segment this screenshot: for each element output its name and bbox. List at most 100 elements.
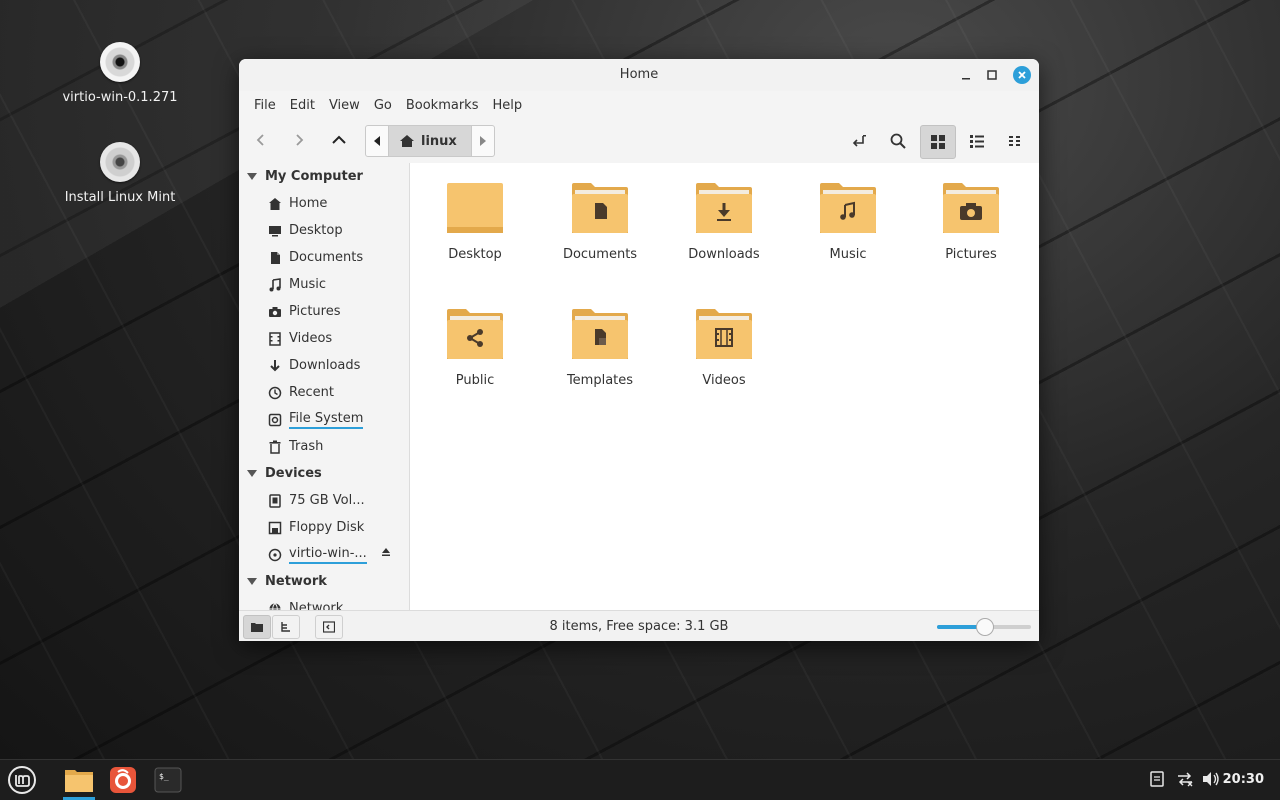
toggle-location-button[interactable]	[842, 125, 876, 157]
optical-disc-icon	[100, 42, 140, 82]
file-item-desktop[interactable]: Desktop	[420, 181, 530, 262]
sidebar-item-label: Downloads	[289, 358, 361, 373]
sidebar-section-devices[interactable]: Devices	[239, 460, 409, 487]
file-item-documents[interactable]: Documents	[545, 181, 655, 262]
menu-file[interactable]: File	[247, 98, 283, 113]
optical-disc-icon	[100, 142, 140, 182]
sidebar-item-trash[interactable]: Trash	[239, 433, 409, 460]
folder-pictures-icon	[943, 183, 999, 233]
sidebar-item-volume[interactable]: 75 GB Vol...	[239, 487, 409, 514]
file-item-public[interactable]: Public	[420, 307, 530, 388]
taskbar-firefox-app[interactable]	[105, 762, 141, 798]
maximize-icon	[987, 70, 997, 80]
zoom-slider-handle[interactable]	[976, 618, 994, 636]
sidebar-item-downloads[interactable]: Downloads	[239, 352, 409, 379]
sidebar-item-videos[interactable]: Videos	[239, 325, 409, 352]
file-manager-window: Home File Edit View Go Bookmarks Help li…	[239, 59, 1039, 641]
maximize-button[interactable]	[983, 66, 1001, 84]
taskbar: $_ 20:30	[0, 759, 1280, 800]
breadcrumb-current[interactable]: linux	[388, 126, 472, 156]
icon-view-button[interactable]	[920, 125, 956, 159]
search-button[interactable]	[881, 125, 915, 157]
triangle-right-icon	[479, 136, 486, 146]
sidebar-item-file-system[interactable]: File System	[239, 406, 409, 433]
close-button[interactable]	[1013, 66, 1031, 84]
forward-button[interactable]	[283, 125, 315, 155]
file-item-videos[interactable]: Videos	[669, 307, 779, 388]
menu-help[interactable]: Help	[485, 98, 529, 113]
sidebar-item-virtio-disc[interactable]: virtio-win-...	[239, 541, 409, 568]
desktop-icon	[267, 223, 283, 239]
camera-icon	[267, 304, 283, 320]
terminal-icon: $_	[154, 767, 182, 793]
up-button[interactable]	[323, 125, 355, 155]
sidebar-item-label: Videos	[289, 331, 333, 346]
desktop-icon-virtio[interactable]: virtio-win-0.1.271	[45, 42, 195, 105]
sidebar-item-home[interactable]: Home	[239, 190, 409, 217]
file-item-label: Public	[455, 373, 495, 388]
file-view[interactable]: Desktop Documents Downloads Music Pictur…	[410, 163, 1039, 611]
file-item-pictures[interactable]: Pictures	[916, 181, 1026, 262]
toolbar: linux	[239, 119, 1039, 163]
floppy-icon	[267, 520, 283, 536]
menu-go[interactable]: Go	[367, 98, 399, 113]
sidebar-item-music[interactable]: Music	[239, 271, 409, 298]
folder-desktop-icon	[447, 183, 503, 233]
download-icon	[267, 358, 283, 374]
breadcrumb-left-button[interactable]	[366, 126, 388, 156]
folder-music-icon	[820, 183, 876, 233]
sidebar-item-recent[interactable]: Recent	[239, 379, 409, 406]
file-item-templates[interactable]: Templates	[545, 307, 655, 388]
start-menu-button[interactable]	[4, 762, 40, 798]
menu-edit[interactable]: Edit	[283, 98, 322, 113]
sidebar-item-label: Home	[289, 196, 328, 211]
file-item-downloads[interactable]: Downloads	[669, 181, 779, 262]
file-item-music[interactable]: Music	[793, 181, 903, 262]
breadcrumb-right-button[interactable]	[472, 126, 494, 156]
desktop-icon-install-linux-mint[interactable]: Install Linux Mint	[45, 142, 195, 205]
expander-down-icon	[247, 470, 257, 477]
minimize-button[interactable]	[957, 66, 975, 84]
list-icon	[970, 135, 984, 148]
triangle-left-icon	[374, 136, 380, 146]
compact-view-button[interactable]	[998, 125, 1032, 157]
file-item-label: Templates	[566, 373, 634, 388]
home-icon	[400, 135, 414, 147]
title-bar[interactable]: Home	[239, 59, 1039, 91]
eject-icon[interactable]	[381, 547, 391, 560]
folder-documents-icon	[572, 183, 628, 233]
folder-public-icon	[447, 309, 503, 359]
section-title: Network	[265, 574, 327, 589]
file-item-label: Desktop	[448, 247, 502, 262]
status-text: 8 items, Free space: 3.1 GB	[549, 619, 729, 634]
menu-view[interactable]: View	[322, 98, 367, 113]
taskbar-terminal-app[interactable]: $_	[150, 762, 186, 798]
optical-disc-icon	[267, 547, 283, 563]
sidebar-item-desktop[interactable]: Desktop	[239, 217, 409, 244]
file-item-label: Pictures	[945, 247, 997, 262]
network-disconnected-icon[interactable]	[1176, 771, 1194, 791]
sidebar-item-label: Pictures	[289, 304, 341, 319]
sidebar-item-pictures[interactable]: Pictures	[239, 298, 409, 325]
volume-icon[interactable]	[1202, 771, 1220, 791]
linux-mint-logo-icon	[8, 766, 36, 794]
notes-icon[interactable]	[1150, 771, 1164, 791]
sidebar-item-floppy[interactable]: Floppy Disk	[239, 514, 409, 541]
taskbar-files-app[interactable]	[61, 762, 97, 800]
clock-icon	[267, 385, 283, 401]
section-title: My Computer	[265, 169, 363, 184]
drive-icon	[267, 412, 283, 428]
sidebar-section-network[interactable]: Network	[239, 568, 409, 595]
chevron-up-icon	[332, 135, 346, 144]
expander-down-icon	[247, 578, 257, 585]
sidebar-item-documents[interactable]: Documents	[239, 244, 409, 271]
firefox-icon	[110, 767, 136, 793]
document-icon	[267, 250, 283, 266]
back-button[interactable]	[245, 125, 277, 155]
menu-bar: File Edit View Go Bookmarks Help	[239, 91, 1039, 119]
sidebar-section-my-computer[interactable]: My Computer	[239, 163, 409, 190]
clock[interactable]: 20:30	[1223, 772, 1264, 787]
zoom-slider[interactable]	[937, 618, 1031, 636]
menu-bookmarks[interactable]: Bookmarks	[399, 98, 486, 113]
list-view-button[interactable]	[960, 125, 994, 157]
